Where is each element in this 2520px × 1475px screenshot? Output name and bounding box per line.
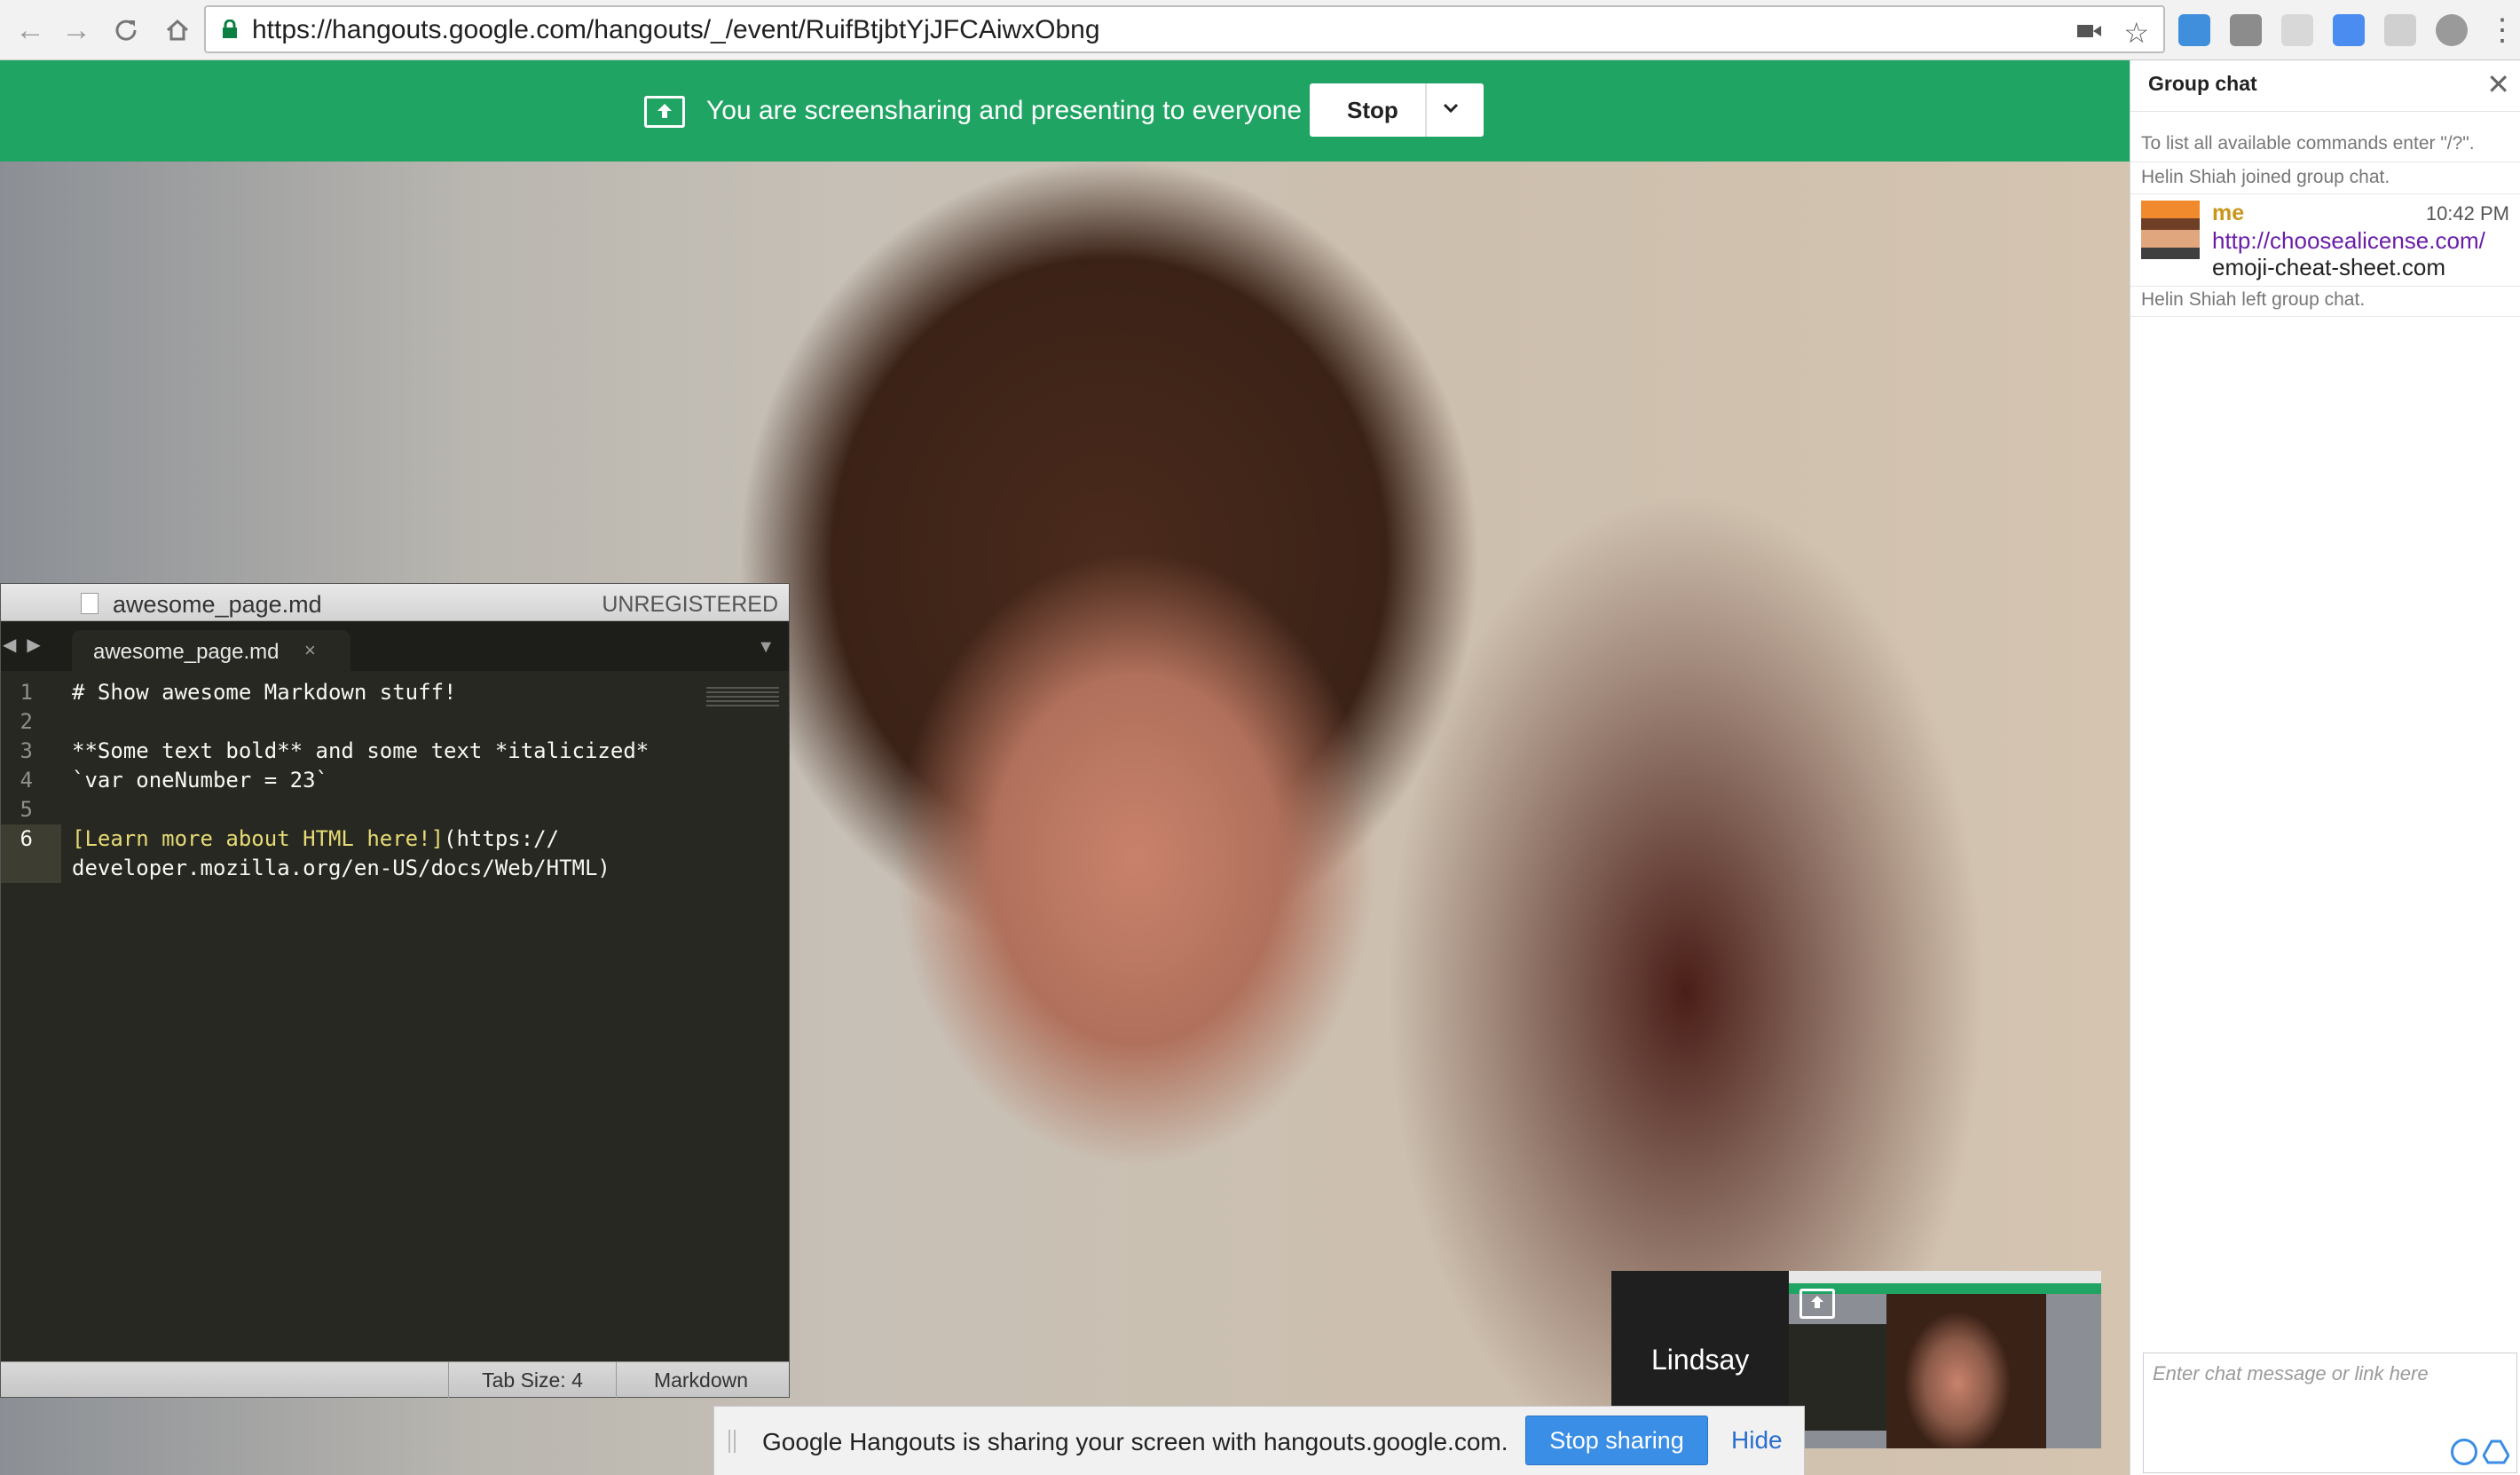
forward-icon[interactable]: → [59,12,94,48]
file-icon [81,593,98,614]
close-tab-icon[interactable]: × [304,639,316,662]
url-text: https://hangouts.google.com/hangouts/_/e… [252,15,1100,44]
code-line-wrap: developer.mozilla.org/en-US/docs/Web/HTM… [72,856,610,880]
stop-divider [1425,83,1427,137]
divider [2130,286,2520,287]
line-number: 1 [20,680,33,705]
sublime-editor-window: awesome_page.md UNREGISTERED ◀▶ awesome_… [0,583,790,1398]
line-number: 5 [20,797,33,822]
message-timestamp: 10:42 PM [2425,202,2509,225]
markdown-link-label: [Learn more about HTML here!] [72,826,445,851]
chat-system-message: Helin Shiah joined group chat. [2141,167,2390,187]
stop-label: Stop [1347,97,1398,123]
camera-icon[interactable] [2077,22,2102,44]
editor-minimap[interactable] [706,687,779,708]
unregistered-label: UNREGISTERED [602,592,778,617]
editor-code-area[interactable]: 1 # Show awesome Markdown stuff! 2 3 **S… [1,680,789,1337]
editor-tab-bar: ◀▶ awesome_page.md × ▼ [1,621,789,671]
home-icon[interactable] [160,12,195,48]
stop-presenting-button[interactable]: Stop [1310,83,1484,137]
line-number: 6 [20,826,33,851]
extension-icon-3[interactable] [2281,14,2313,46]
close-icon[interactable]: ✕ [2486,67,2510,101]
tab-awesome-page[interactable]: awesome_page.md × [72,630,350,671]
screenshare-icon [1799,1289,1835,1319]
message-link[interactable]: http://choosealicense.com/ [2212,227,2485,255]
code-line-link: [Learn more about HTML here!](https:// [72,826,559,851]
sharing-message: Google Hangouts is sharing your screen w… [762,1428,1508,1455]
screen-sharing-notification: Google Hangouts is sharing your screen w… [713,1406,1805,1475]
message-sender: me [2212,201,2245,225]
address-bar[interactable]: https://hangouts.google.com/hangouts/_/e… [204,5,2165,53]
stop-sharing-button[interactable]: Stop sharing [1525,1416,1708,1465]
extension-icon-1[interactable] [2178,14,2210,46]
code-line: # Show awesome Markdown stuff! [72,680,457,705]
screenshare-icon [644,96,685,128]
code-line: `var oneNumber = 23` [72,768,328,793]
tab-scroll-arrows-icon[interactable]: ◀▶ [3,634,51,656]
chevron-down-icon[interactable] [1441,99,1461,118]
secure-lock-icon [222,19,238,39]
syntax-selector[interactable]: Markdown [617,1362,785,1398]
message-text: emoji-cheat-sheet.com [2212,254,2445,280]
back-icon[interactable]: ← [12,12,48,48]
editor-titlebar: awesome_page.md UNREGISTERED [1,584,789,621]
chat-message-input[interactable]: Enter chat message or link here [2143,1353,2517,1473]
tab-label: awesome_page.md [93,640,280,664]
chat-input-placeholder: Enter chat message or link here [2153,1362,2429,1384]
avatar [2141,201,2200,259]
thumbnail-face [1886,1294,2046,1448]
code-line: **Some text bold** and some text *italic… [72,738,650,763]
chat-header: Group chat ✕ [2130,60,2520,112]
drag-handle-icon[interactable] [728,1430,736,1453]
browser-toolbar: ← → https://hangouts.google.com/hangouts… [0,0,2520,60]
line-number: 4 [20,768,33,793]
participant-name: Lindsay [1651,1344,1750,1376]
emoji-icon[interactable] [2451,1439,2477,1465]
line-number: 3 [20,738,33,763]
ublock-icon[interactable] [2436,14,2468,46]
tab-size-selector[interactable]: Tab Size: 4 [448,1362,617,1398]
bookmark-star-icon[interactable]: ☆ [2123,16,2149,50]
chrome-menu-icon[interactable]: ⋮ [2487,14,2517,46]
presenting-message: You are screensharing and presenting to … [706,96,1303,125]
divider [2130,193,2520,194]
drive-share-icon[interactable] [2482,1439,2510,1465]
divider [2130,316,2520,317]
chat-system-message: Helin Shiah left group chat. [2141,289,2366,310]
presenting-banner: You are screensharing and presenting to … [0,60,2130,162]
translate-icon[interactable] [2333,14,2365,46]
reload-icon[interactable] [108,12,144,48]
markdown-link-url: (https:// [444,826,560,851]
editor-status-bar: Tab Size: 4 Markdown [1,1361,789,1398]
group-chat-panel: Group chat ✕ To list all available comma… [2130,60,2520,1475]
tab-menu-icon[interactable]: ▼ [757,637,775,658]
chat-title: Group chat [2148,72,2257,95]
line-number: 2 [20,709,33,734]
dropbox-icon[interactable] [2384,14,2416,46]
chat-help-text: To list all available commands enter "/?… [2141,133,2475,154]
editor-title: awesome_page.md [113,591,322,618]
hide-link[interactable]: Hide [1731,1426,1783,1455]
participant-video-thumbnail[interactable] [1789,1271,2101,1448]
pocket-icon[interactable] [2230,14,2262,46]
